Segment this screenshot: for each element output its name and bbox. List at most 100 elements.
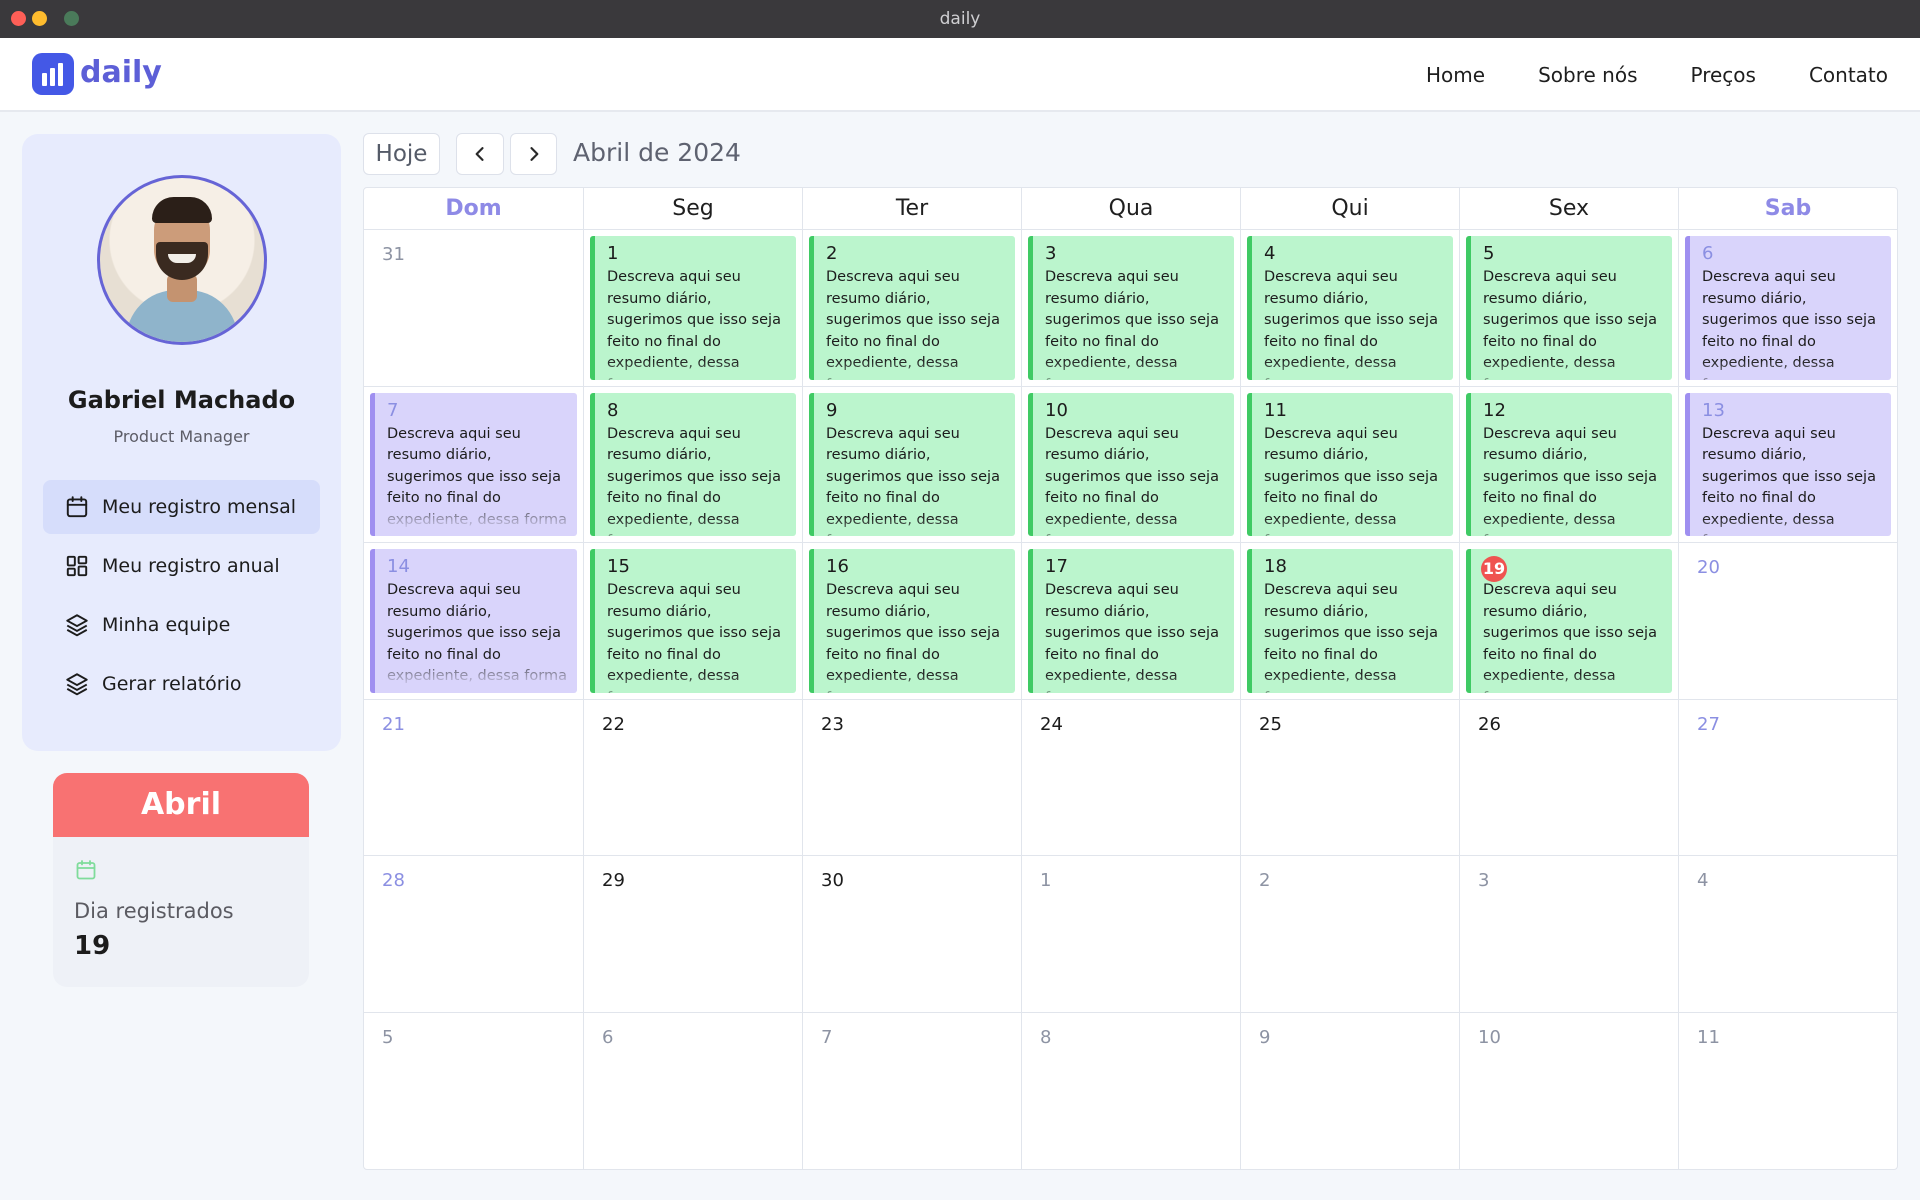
chevron-right-icon	[529, 147, 538, 161]
calendar-day-cell[interactable]: 25	[1240, 699, 1459, 856]
sidebar-item-gerar-relatorio[interactable]: Gerar relatório	[43, 657, 320, 711]
calendar-day-cell[interactable]: 1	[1021, 856, 1240, 1013]
weekday-header: Qua	[1021, 188, 1240, 230]
calendar-day-cell[interactable]: 3	[1459, 856, 1678, 1013]
calendar-day-cell[interactable]: 31	[364, 230, 583, 387]
profile-role: Product Manager	[113, 427, 250, 446]
month-calendar: Dom Seg Ter Qua Qui Sex Sab 31 1 Descreva aqui s…	[363, 187, 1898, 1170]
daily-entry[interactable]: 13 Descreva aqui seu resumo diário, suger…	[1685, 392, 1891, 537]
daily-entry[interactable]: 17 Descreva aqui seu resumo diário, suger…	[1028, 549, 1234, 693]
calendar-day-cell[interactable]: 8 Descreva aqui seu resumo diário, sugeri…	[583, 386, 802, 543]
profile-card: Gabriel Machado Product Manager Meu regi…	[22, 134, 341, 751]
nav-link-home[interactable]: Home	[1426, 63, 1485, 87]
calendar-day-cell[interactable]: 9 Descreva aqui seu resumo diário, sugeri…	[802, 386, 1021, 543]
calendar-day-cell[interactable]: 11 Descreva aqui seu resumo diário, suger…	[1240, 386, 1459, 543]
daily-entry[interactable]: 19 Descreva aqui seu resumo diário, suger…	[1466, 549, 1672, 693]
today-button[interactable]: Hoje	[363, 133, 440, 175]
daily-entry[interactable]: 3 Descreva aqui seu resumo diário, sugeri…	[1028, 236, 1234, 380]
daily-entry[interactable]: 5 Descreva aqui seu resumo diário, sugeri…	[1466, 236, 1672, 380]
daily-entry[interactable]: 8 Descreva aqui seu resumo diário, sugeri…	[590, 392, 796, 537]
nav-link-sobre-nos[interactable]: Sobre nós	[1538, 63, 1637, 87]
calendar-day-cell[interactable]: 7 Descreva aqui seu resumo diário, sugeri…	[364, 387, 583, 543]
calendar-day-cell[interactable]: 3 Descreva aqui seu resumo diário, sugeri…	[1021, 230, 1240, 387]
calendar-day-cell[interactable]: 7	[802, 1012, 1021, 1169]
daily-entry[interactable]: 1 Descreva aqui seu resumo diário, sugeri…	[590, 236, 796, 380]
sidebar-menu: Meu registro mensal Meu registro anual M…	[43, 480, 320, 716]
sidebar-item-meu-registro-mensal[interactable]: Meu registro mensal	[43, 480, 320, 534]
calendar-day-cell[interactable]: 4	[1678, 856, 1897, 1013]
daily-entry[interactable]: 7 Descreva aqui seu resumo diário, sugeri…	[370, 392, 577, 536]
calendar-day-cell[interactable]: 22	[583, 699, 802, 856]
daily-entry[interactable]: 4 Descreva aqui seu resumo diário, sugeri…	[1247, 236, 1453, 380]
day-number: 9	[1259, 1026, 1271, 1048]
next-month-button[interactable]	[510, 133, 557, 175]
calendar-day-cell[interactable]: 20	[1678, 543, 1897, 700]
entry-text: Descreva aqui seu resumo diário, sugerim…	[1483, 425, 1657, 537]
calendar-day-cell[interactable]: 24	[1021, 699, 1240, 856]
daily-entry[interactable]: 10 Descreva aqui seu resumo diário, suger…	[1028, 392, 1234, 536]
daily-entry[interactable]: 2 Descreva aqui seu resumo diário, sugeri…	[809, 236, 1015, 380]
daily-entry[interactable]: 6 Descreva aqui seu resumo diário, sugeri…	[1685, 236, 1891, 380]
sidebar-item-meu-registro-anual[interactable]: Meu registro anual	[43, 539, 320, 593]
calendar-day-cell[interactable]: 14 Descreva aqui seu resumo diário, suger…	[364, 543, 583, 700]
entry-text: Descreva aqui seu resumo diário, sugerim…	[1702, 425, 1876, 537]
calendar-day-cell[interactable]: 9	[1240, 1012, 1459, 1169]
entry-text: Descreva aqui seu resumo diário, sugerim…	[1483, 269, 1657, 380]
calendar-day-cell[interactable]: 18 Descreva aqui seu resumo diário, suger…	[1240, 543, 1459, 700]
brand-name[interactable]: daily	[80, 55, 162, 90]
sidebar-item-minha-equipe[interactable]: Minha equipe	[43, 598, 320, 652]
calendar-day-cell[interactable]: 15 Descreva aqui seu resumo diário, suger…	[583, 543, 802, 700]
daily-entry[interactable]: 9 Descreva aqui seu resumo diário, sugeri…	[809, 392, 1015, 536]
calendar-day-cell[interactable]: 16 Descreva aqui seu resumo diário, suger…	[802, 543, 1021, 700]
daily-entry[interactable]: 15 Descreva aqui seu resumo diário, suger…	[590, 549, 796, 693]
registered-days-value: 19	[74, 931, 111, 961]
daily-entry[interactable]: 14 Descreva aqui seu resumo diário, suger…	[370, 549, 577, 693]
calendar-day-cell[interactable]: 4 Descreva aqui seu resumo diário, sugeri…	[1240, 230, 1459, 387]
nav-link-contato[interactable]: Contato	[1809, 63, 1888, 87]
calendar-day-cell[interactable]: 5 Descreva aqui seu resumo diário, sugeri…	[1459, 230, 1678, 387]
daily-entry[interactable]: 12 Descreva aqui seu resumo diário, suger…	[1466, 392, 1672, 537]
day-number: 1	[1040, 870, 1052, 891]
calendar-day-cell[interactable]: 29	[583, 856, 802, 1013]
day-number: 2	[826, 243, 838, 264]
daily-entry[interactable]: 11 Descreva aqui seu resumo diário, suger…	[1247, 392, 1453, 536]
calendar-day-cell[interactable]: 10	[1459, 1012, 1678, 1169]
day-number: 4	[1697, 870, 1709, 891]
calendar-day-cell[interactable]: 21	[364, 700, 583, 856]
calendar-day-cell[interactable]: 26	[1459, 699, 1678, 856]
layers-icon	[66, 673, 88, 696]
calendar-day-cell[interactable]: 10 Descreva aqui seu resumo diário, suger…	[1021, 386, 1240, 543]
entry-text: Descreva aqui seu resumo diário, sugerim…	[1045, 582, 1219, 693]
calendar-day-cell[interactable]: 5	[364, 1013, 583, 1170]
day-number: 25	[1259, 713, 1282, 735]
entry-text: Descreva aqui seu resumo diário, sugerim…	[607, 425, 781, 537]
prev-month-button[interactable]	[456, 133, 504, 175]
nav-link-precos[interactable]: Preços	[1690, 63, 1755, 87]
day-number: 5	[1483, 243, 1495, 264]
window-titlebar: daily	[0, 0, 1920, 38]
daily-entry[interactable]: 16 Descreva aqui seu resumo diário, suger…	[809, 549, 1015, 693]
day-number: 4	[1264, 243, 1276, 264]
sidebar-item-label: Gerar relatório	[102, 673, 242, 695]
calendar-day-cell[interactable]: 13 Descreva aqui seu resumo diário, suger…	[1678, 386, 1897, 543]
calendar-day-cell[interactable]: 17 Descreva aqui seu resumo diário, suger…	[1021, 543, 1240, 700]
logo-icon[interactable]	[32, 53, 74, 95]
calendar-day-cell[interactable]: 2 Descreva aqui seu resumo diário, sugeri…	[802, 230, 1021, 387]
window-title: daily	[939, 9, 981, 29]
calendar-day-cell[interactable]: 27	[1678, 699, 1897, 856]
calendar-day-cell[interactable]: 2	[1240, 856, 1459, 1013]
calendar-day-cell[interactable]: 1 Descreva aqui seu resumo diário, sugeri…	[583, 230, 802, 387]
calendar-day-cell[interactable]: 28	[364, 856, 583, 1013]
calendar-icon	[66, 496, 88, 518]
calendar-day-cell[interactable]: 6	[583, 1012, 802, 1169]
entry-text: Descreva aqui seu resumo diário, sugerim…	[1264, 582, 1438, 693]
daily-entry[interactable]: 18 Descreva aqui seu resumo diário, suger…	[1247, 549, 1453, 693]
calendar-day-cell[interactable]: 8	[1021, 1012, 1240, 1169]
calendar-day-cell[interactable]: 30	[802, 856, 1021, 1013]
calendar-day-cell[interactable]: 12 Descreva aqui seu resumo diário, suger…	[1459, 386, 1678, 543]
calendar-day-cell[interactable]: 19 Descreva aqui seu resumo diário, suger…	[1459, 543, 1678, 700]
chevron-left-icon	[475, 147, 484, 161]
calendar-day-cell[interactable]: 11	[1678, 1012, 1897, 1169]
calendar-day-cell[interactable]: 6 Descreva aqui seu resumo diário, sugeri…	[1678, 230, 1897, 387]
calendar-day-cell[interactable]: 23	[802, 699, 1021, 856]
